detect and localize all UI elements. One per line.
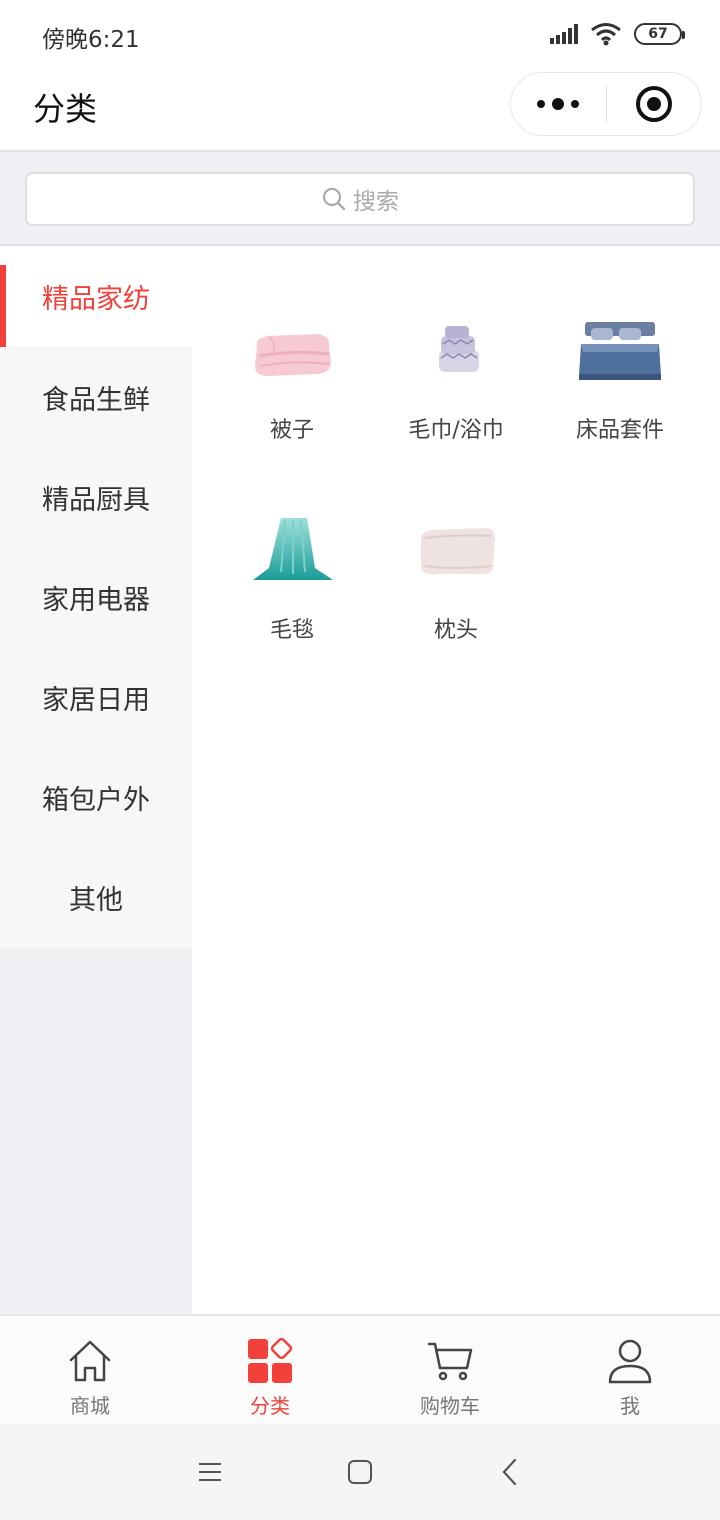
subcategory-label: 床品套件 xyxy=(575,418,664,443)
quilt-image xyxy=(247,316,337,386)
category-icon xyxy=(248,1337,293,1383)
search-icon xyxy=(322,187,346,211)
battery-level: 67 xyxy=(648,26,668,42)
subcategory-label: 枕头 xyxy=(433,618,478,643)
tab-label: 我 xyxy=(620,1394,640,1418)
tab-label: 商城 xyxy=(70,1394,110,1418)
subcategory-pillow[interactable]: 枕头 xyxy=(374,500,538,670)
more-dot-icon xyxy=(571,100,580,108)
pillow-image xyxy=(411,516,501,586)
wifi-icon xyxy=(591,23,621,46)
sidebar-item-other[interactable]: 其他 xyxy=(0,847,192,947)
sidebar-item-kitchenware[interactable]: 精品厨具 xyxy=(0,447,192,547)
tab-cart[interactable]: 购物车 xyxy=(360,1316,540,1426)
more-dot-icon xyxy=(537,100,546,108)
system-menu-button[interactable] xyxy=(190,1452,230,1492)
menu-icon xyxy=(199,1463,221,1481)
sidebar-item-home-textiles[interactable]: 精品家纺 xyxy=(0,246,192,347)
subcategory-quilt[interactable]: 被子 xyxy=(210,300,374,470)
home-icon xyxy=(69,1340,111,1382)
cart-icon xyxy=(427,1342,473,1381)
subcategory-towel[interactable]: 毛巾/浴巾 xyxy=(374,300,538,470)
battery-indicator: 67 xyxy=(634,23,685,45)
more-menu-button[interactable] xyxy=(511,72,606,136)
more-dot-icon xyxy=(552,98,565,110)
subcategory-label: 毛巾/浴巾 xyxy=(408,418,504,443)
towel-image xyxy=(411,316,501,386)
status-bar: 傍晚6:21 67 xyxy=(0,0,720,70)
search-placeholder: 搜索 xyxy=(353,189,399,215)
status-icons: 67 xyxy=(550,22,685,46)
search-area: 搜索 xyxy=(0,152,720,246)
tab-category[interactable]: 分类 xyxy=(180,1316,360,1426)
status-time: 傍晚6:21 xyxy=(42,27,140,53)
subcategory-blanket[interactable]: 毛毯 xyxy=(210,500,374,670)
back-chevron-icon xyxy=(502,1458,517,1486)
tab-label: 购物车 xyxy=(420,1394,480,1418)
system-home-button[interactable] xyxy=(340,1452,380,1492)
sidebar-item-fresh-food[interactable]: 食品生鲜 xyxy=(0,347,192,447)
tab-me[interactable]: 我 xyxy=(540,1316,720,1426)
sidebar-item-luggage-outdoor[interactable]: 箱包户外 xyxy=(0,747,192,847)
system-back-button[interactable] xyxy=(490,1452,530,1492)
subcategory-bedding-set[interactable]: 床品套件 xyxy=(538,300,702,470)
subcategory-label: 被子 xyxy=(269,418,314,443)
page-title: 分类 xyxy=(33,90,98,128)
subcategory-label: 毛毯 xyxy=(269,618,314,643)
tab-home[interactable]: 商城 xyxy=(0,1316,180,1426)
close-mini-program-button[interactable] xyxy=(607,72,702,136)
bedding-set-image xyxy=(575,316,665,386)
system-navigation-bar xyxy=(0,1424,720,1520)
nav-bar: 分类 xyxy=(0,70,720,152)
square-home-icon xyxy=(348,1460,372,1484)
user-icon xyxy=(608,1339,652,1384)
mini-program-capsule xyxy=(510,72,702,136)
bottom-tab-bar: 商城 分类 购物车 我 xyxy=(0,1314,720,1424)
sidebar-item-appliances[interactable]: 家用电器 xyxy=(0,547,192,647)
category-sidebar: 精品家纺 食品生鲜 精品厨具 家用电器 家居日用 箱包户外 其他 xyxy=(0,246,192,947)
sidebar-item-household[interactable]: 家居日用 xyxy=(0,647,192,747)
search-input[interactable]: 搜索 xyxy=(25,172,695,226)
blanket-image xyxy=(247,516,337,586)
target-icon xyxy=(635,86,672,122)
tab-label: 分类 xyxy=(250,1394,290,1418)
signal-icon xyxy=(550,24,578,44)
